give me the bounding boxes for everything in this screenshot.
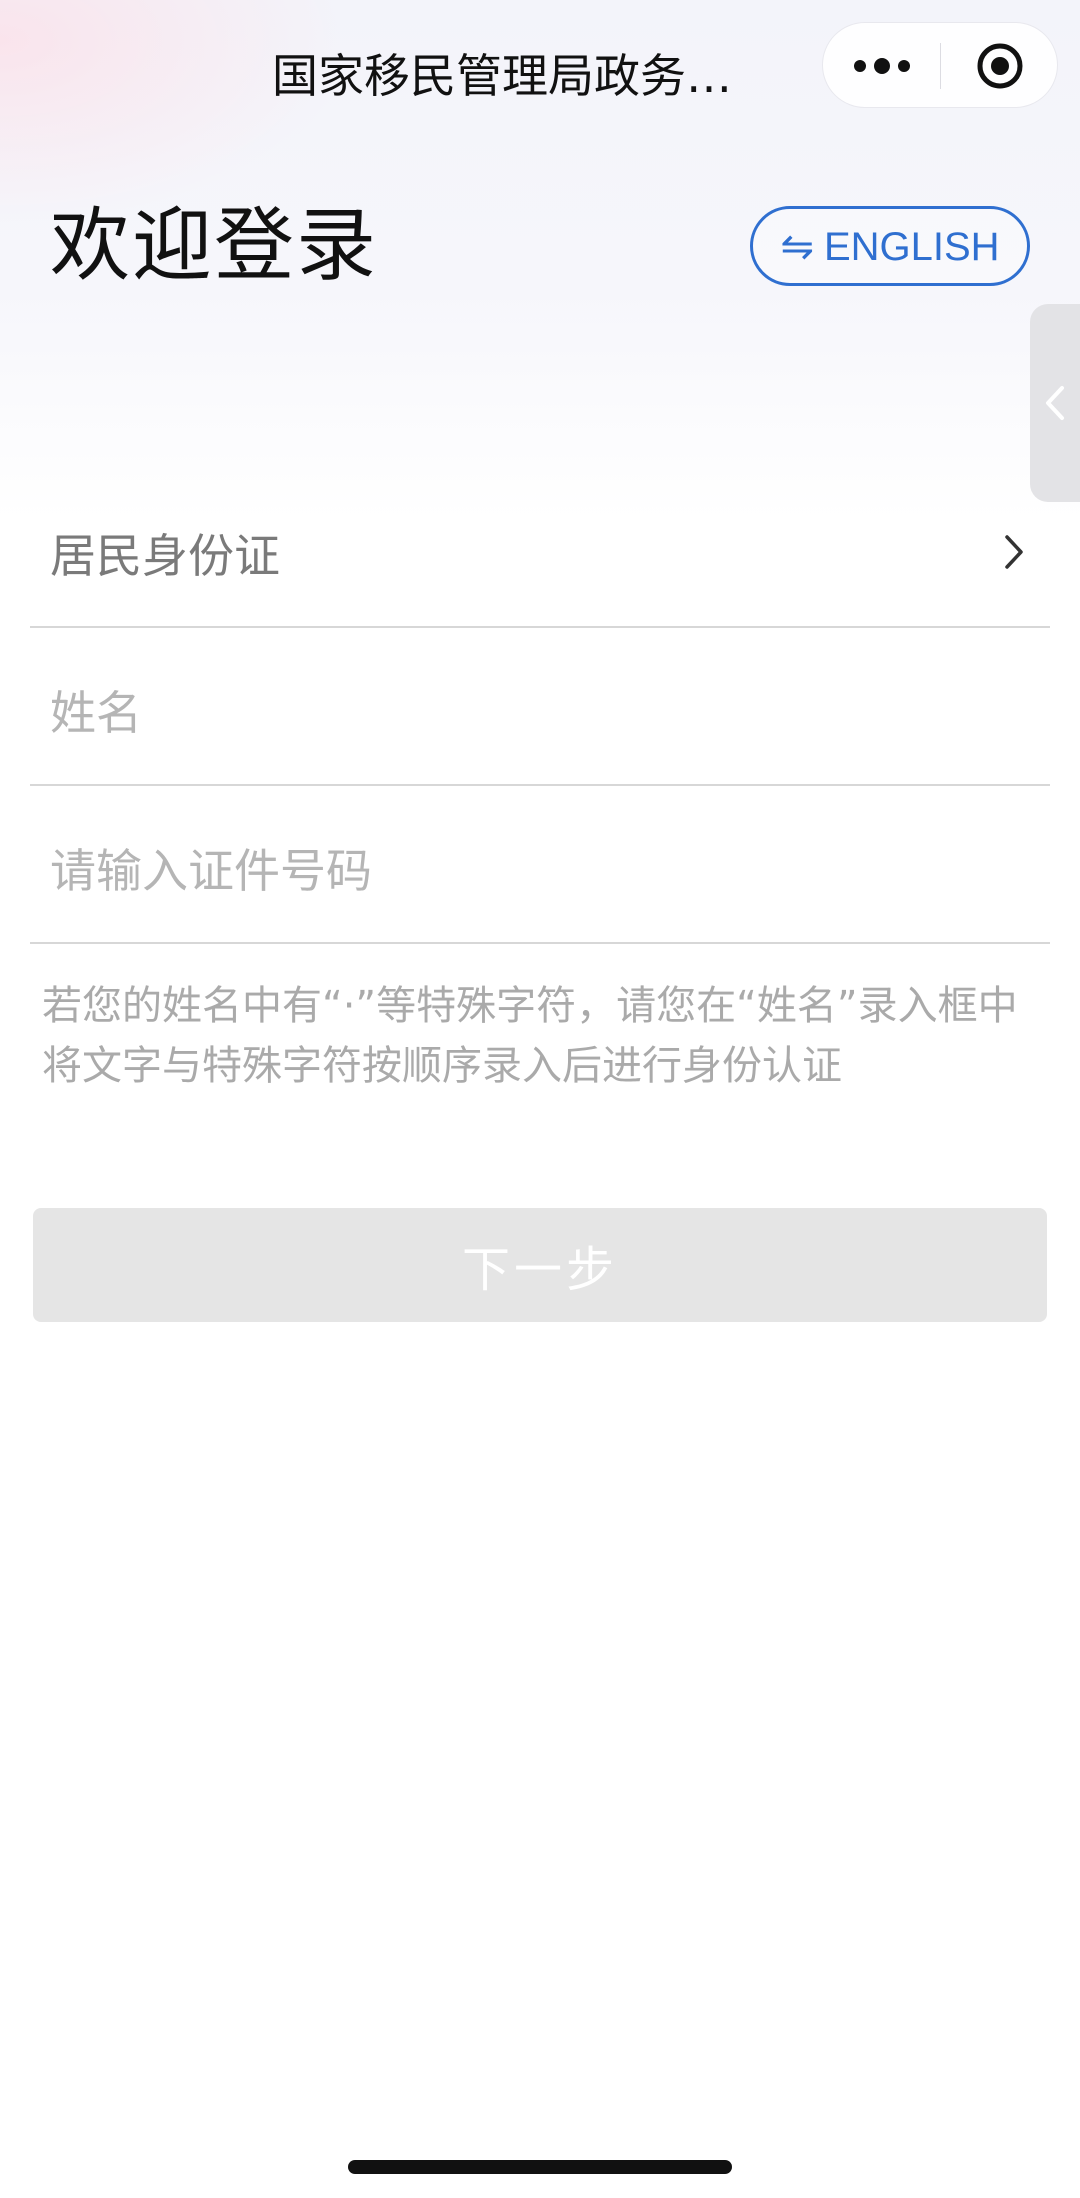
home-indicator (348, 2160, 732, 2174)
special-character-hint: 若您的姓名中有“·”等特殊字符，请您在“姓名”录入框中将文字与特殊字符按顺序录入… (42, 983, 1018, 1089)
name-input[interactable] (50, 678, 1010, 748)
chevron-left-icon (1046, 386, 1064, 420)
name-field-row (30, 630, 1050, 786)
navbar-title: 国家移民管理局政务… (272, 49, 732, 103)
record-target-icon[interactable] (975, 41, 1025, 91)
chevron-right-icon (1005, 535, 1023, 569)
id-type-selector[interactable]: 居民身份证 (30, 472, 1050, 628)
english-language-button[interactable]: ⇋ ENGLISH (750, 206, 1030, 286)
mini-program-capsule (822, 22, 1058, 108)
next-step-button[interactable]: 下一步 (33, 1208, 1047, 1322)
capsule-divider (940, 43, 941, 89)
swap-icon: ⇋ (780, 225, 814, 269)
id-number-input[interactable] (50, 836, 1010, 906)
id-type-value: 居民身份证 (50, 529, 280, 583)
more-dots-icon[interactable] (851, 55, 913, 77)
language-button-label: ENGLISH (823, 225, 1000, 269)
page-title: 欢迎登录 (50, 199, 378, 292)
id-number-field-row (30, 788, 1050, 944)
